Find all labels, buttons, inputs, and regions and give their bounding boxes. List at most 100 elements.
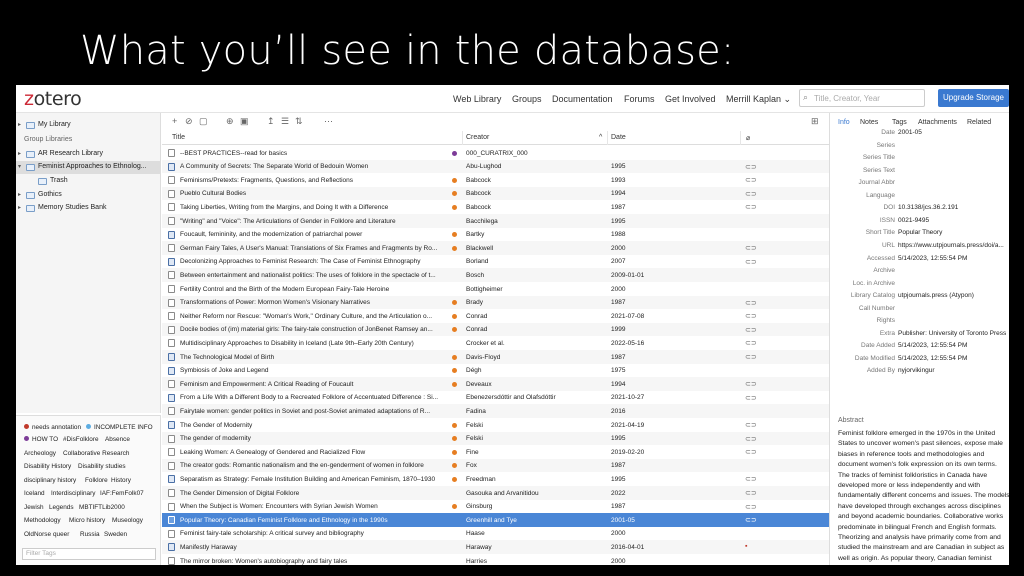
tab-attachments[interactable]: Attachments [918, 119, 957, 126]
tag-item[interactable]: Folklore [85, 477, 108, 484]
item-row[interactable]: Feminisms/Pretexts: Fragments, Questions… [162, 173, 829, 187]
item-row[interactable]: "Writing" and "Voice": The Articulations… [162, 214, 829, 228]
twisty-icon[interactable]: ▸ [18, 121, 21, 128]
item-row[interactable]: Leaking Women: A Genealogy of Gendered a… [162, 445, 829, 459]
nav-groups[interactable]: Groups [512, 94, 542, 104]
item-row[interactable]: Pueblo Cultural Bodies Babcock 1994 ⊂⊃ [162, 186, 829, 201]
tab-notes[interactable]: Notes [860, 119, 878, 126]
link-icon[interactable]: ⊂⊃ [745, 258, 757, 266]
nav-user-menu[interactable]: Merrill Kaplan ⌄ [726, 94, 791, 105]
new-item-icon[interactable]: + [172, 116, 177, 126]
tag-colored[interactable]: INCOMPLETE INFO [86, 424, 153, 431]
nav-forums[interactable]: Forums [624, 94, 655, 104]
field-value[interactable]: 0021-9495 [898, 217, 929, 224]
collection-item[interactable]: ▸ AR Research Library [16, 148, 161, 161]
export-icon[interactable]: ▣ [240, 116, 249, 127]
tag-filter-input[interactable]: Filter Tags [22, 548, 156, 560]
twisty-icon[interactable]: ▸ [18, 204, 21, 211]
nav-get-involved[interactable]: Get Involved [665, 94, 716, 104]
item-row[interactable]: The Gender Dimension of Digital Folklore… [162, 486, 829, 500]
item-row[interactable]: Taking Liberties, Writing from the Margi… [162, 200, 829, 214]
collection-item[interactable]: ▸ Memory Studies Bank [16, 202, 161, 215]
list-view-icon[interactable]: ☰ [281, 116, 289, 127]
tag-item[interactable]: Iceland [24, 490, 45, 497]
tag-colored[interactable]: needs annotation [24, 424, 81, 431]
collection-item[interactable]: ▸ My Library [16, 119, 161, 132]
item-row[interactable]: Separatism as Strategy: Female Instituti… [162, 472, 829, 486]
item-row[interactable]: Feminism and Empowerment: A Critical Rea… [162, 377, 829, 391]
link-icon[interactable]: ⊂⊃ [745, 394, 757, 402]
tag-item[interactable]: Jewish [24, 504, 44, 511]
tag-item[interactable]: Legends [49, 504, 74, 511]
item-row[interactable]: Manifestly Haraway Haraway 2016-04-01 ▪ [162, 540, 829, 554]
item-row[interactable]: The gender of modernity Felski 1995 ⊂⊃ [162, 431, 829, 446]
tag-item[interactable]: Collaborative Research [63, 450, 129, 457]
link-icon[interactable]: ⊂⊃ [745, 163, 757, 171]
link-icon[interactable]: ⊂⊃ [745, 489, 757, 497]
link-icon[interactable]: ⊂⊃ [745, 353, 757, 361]
field-value[interactable]: Popular Theory [898, 229, 942, 236]
item-row[interactable]: Foucault, femininity, and the modernizat… [162, 228, 829, 242]
tag-item[interactable]: Sweden [104, 531, 127, 538]
link-icon[interactable]: ⊂⊃ [745, 312, 757, 320]
upload-icon[interactable]: ↥ [267, 116, 275, 127]
field-value[interactable]: 2001-05 [898, 129, 922, 136]
tab-related[interactable]: Related [967, 119, 991, 126]
field-value[interactable]: 10.3138/jcs.36.2.191 [898, 204, 958, 211]
link-icon[interactable]: ⊂⊃ [745, 339, 757, 347]
tag-item[interactable]: MBTIFTLib2000 [79, 504, 125, 511]
zotero-logo[interactable]: zotero [24, 88, 82, 110]
item-row[interactable]: German Fairy Tales, A User's Manual: Tra… [162, 241, 829, 255]
twisty-icon[interactable]: ▾ [18, 163, 21, 170]
abstract-text[interactable]: Feminist folklore emerged in the 1970s i… [838, 429, 1009, 565]
field-value[interactable]: Publisher: University of Toronto Press [898, 330, 1006, 337]
link-icon[interactable]: ⊂⊃ [745, 203, 757, 211]
column-creator[interactable]: Creator [466, 134, 489, 141]
tag-item[interactable]: IAF:FemFolk07 [100, 490, 144, 497]
item-row[interactable]: Multidisciplinary Approaches to Disabili… [162, 336, 829, 350]
item-row[interactable]: Fertility Control and the Birth of the M… [162, 282, 829, 296]
search-input[interactable]: ⌕ Title, Creator, Year [799, 89, 925, 107]
collection-item[interactable]: ▾ Feminist Approaches to Ethnolog... [16, 161, 161, 174]
item-row[interactable]: Fairytale women: gender politics in Sovi… [162, 404, 829, 418]
link-icon[interactable]: ⊂⊃ [745, 380, 757, 388]
tag-item[interactable]: Absence [105, 436, 130, 443]
item-row[interactable]: Neither Reform nor Rescue: "Woman's Work… [162, 309, 829, 323]
field-value[interactable]: nyjorvikingur [898, 367, 935, 374]
item-row[interactable]: Between entertainment and nationalist po… [162, 268, 829, 282]
layout-toggle-icon[interactable]: ⊞ [811, 116, 819, 127]
column-date[interactable]: Date [611, 134, 626, 141]
tag-item[interactable]: #DisFolklore [63, 436, 99, 443]
tag-item[interactable]: History [111, 477, 131, 484]
link-icon[interactable]: ⊂⊃ [745, 190, 757, 198]
link-icon[interactable]: ⊂⊃ [745, 435, 757, 443]
twisty-icon[interactable]: ▸ [18, 150, 21, 157]
nav-web-library[interactable]: Web Library [453, 94, 501, 104]
item-row[interactable]: The Technological Model of Birth Davis-Fl… [162, 350, 829, 364]
tag-item[interactable]: Micro history [69, 517, 105, 524]
link-icon[interactable]: ⊂⊃ [745, 516, 757, 524]
field-value[interactable]: utpjournals.press (Atypon) [898, 292, 974, 299]
column-title[interactable]: Title [172, 134, 185, 141]
tag-item[interactable]: disciplinary history [24, 477, 76, 484]
tab-info[interactable]: Info [838, 119, 850, 126]
more-options-icon[interactable]: ⋯ [324, 116, 333, 127]
item-row[interactable]: Symbiosis of Joke and Legend Dégh 1975 [162, 364, 829, 378]
field-value[interactable]: 5/14/2023, 12:55:54 PM [898, 342, 967, 349]
tag-item[interactable]: Methodology [24, 517, 61, 524]
attachment-column-icon[interactable]: ⌀ [746, 134, 750, 142]
tag-item[interactable]: Russia [80, 531, 100, 538]
sort-icon[interactable]: ⇅ [295, 116, 303, 127]
item-row[interactable]: A Community of Secrets: The Separate Wor… [162, 159, 829, 174]
link-icon[interactable]: ⊂⊃ [745, 299, 757, 307]
nav-documentation[interactable]: Documentation [552, 94, 613, 104]
tag-item[interactable]: Archeology [24, 450, 56, 457]
field-value[interactable]: 5/14/2023, 12:55:54 PM [898, 255, 967, 262]
field-value[interactable]: https://www.utpjournals.press/doi/a... [898, 242, 1004, 249]
item-row[interactable]: Feminist fairy-tale scholarship: A criti… [162, 527, 829, 541]
tag-item[interactable]: Disability studies [78, 463, 126, 470]
tag-item[interactable]: Disability History [24, 463, 71, 470]
twisty-icon[interactable]: ▸ [18, 191, 21, 198]
collection-item[interactable]: ▸ Gothics [16, 189, 161, 202]
tag-item[interactable]: Interdisciplinary [51, 490, 95, 497]
